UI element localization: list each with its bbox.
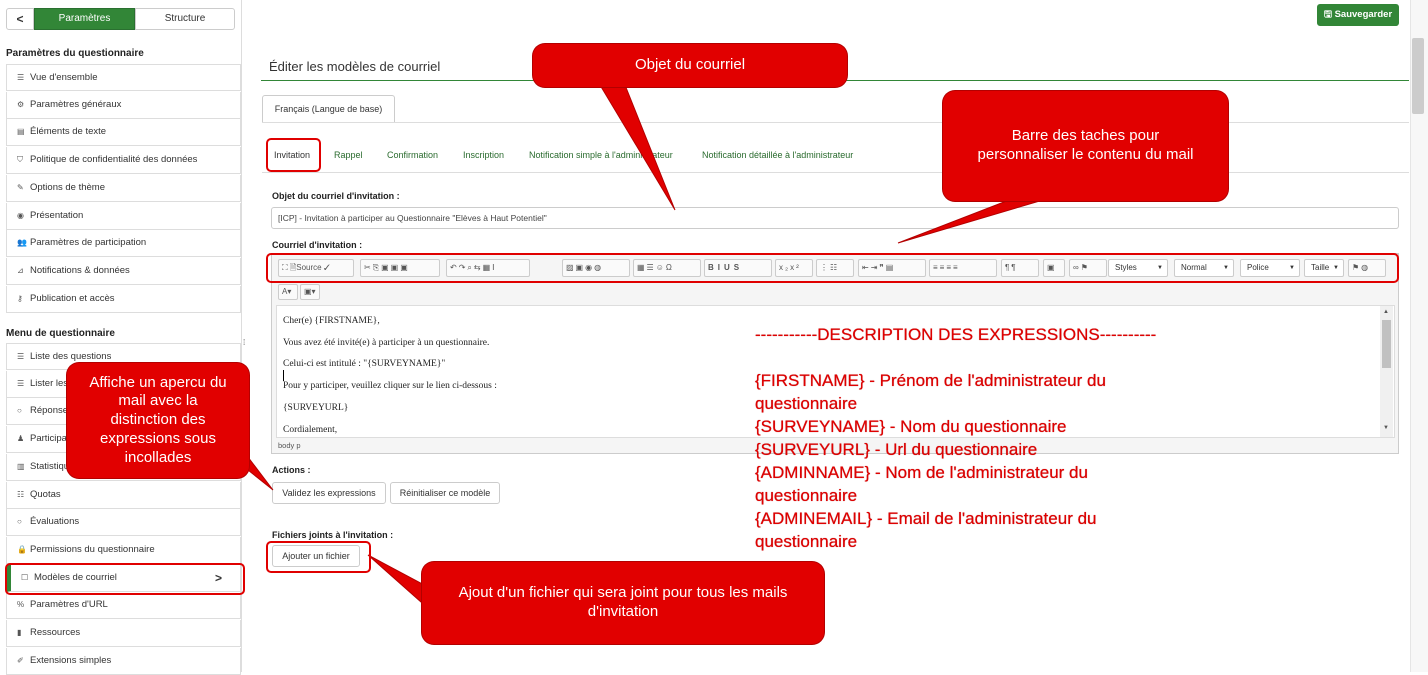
highlight-editor-toolbar (266, 253, 1399, 283)
attach-callout-pointer (367, 554, 431, 612)
highlight-add-file-button (266, 541, 371, 573)
expressions-description-line: {ADMINEMAIL} - Email de l'administrateur… (755, 509, 1097, 528)
expressions-description-title: -----------DESCRIPTION DES EXPRESSIONS--… (755, 325, 1157, 344)
expressions-description-line: {SURVEYURL} - Url du questionnaire (755, 440, 1038, 459)
subject-callout-pointer (599, 84, 676, 211)
preview-callout: Affiche un apercu du mail avec la distin… (67, 363, 249, 478)
expressions-description-line: questionnaire (755, 532, 858, 551)
expressions-description-line: questionnaire (755, 394, 858, 413)
expressions-description-line: {SURVEYNAME} - Nom du questionnaire (755, 417, 1067, 436)
expressions-description-line: {ADMINNAME} - Nom de l'administrateur du (755, 463, 1088, 482)
expressions-description-line: questionnaire (755, 486, 858, 505)
expressions-description-line: {FIRSTNAME} - Prénom de l'administrateur… (755, 371, 1106, 390)
subject-callout: Objet du courriel (533, 44, 847, 87)
highlight-email-templates-item (5, 563, 245, 595)
highlight-invitation-tab (266, 138, 321, 172)
attach-callout: Ajout d'un fichier qui sera joint pour t… (422, 562, 824, 644)
toolbar-callout: Barre des taches pour personnaliser le c… (943, 91, 1228, 201)
